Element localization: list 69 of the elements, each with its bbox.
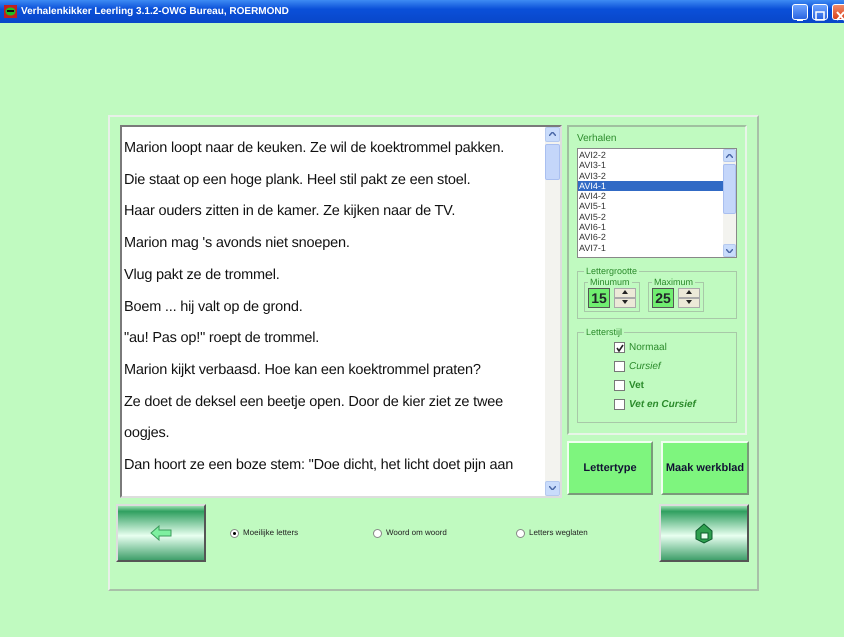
scrollbar[interactable] [723,149,736,257]
back-button[interactable] [116,504,206,562]
checkbox-label: Normaal [629,341,667,355]
checkbox[interactable] [614,380,625,391]
group-label: Lettergrootte [585,266,638,277]
minimize-button[interactable] [792,4,808,20]
spin-down-button[interactable] [614,298,636,308]
radio-button[interactable] [516,528,525,538]
radio-label: Moeilijke letters [243,527,298,539]
maximize-icon [813,9,827,24]
number-field[interactable]: 25 [652,288,674,308]
checkbox[interactable] [614,399,625,410]
list-item[interactable]: AVI3-2 [578,170,723,181]
radio-button[interactable] [230,528,239,538]
minimize-icon [797,18,803,21]
print-button[interactable] [659,504,749,562]
list-item[interactable]: AVI6-2 [578,232,723,243]
story-line: Marion loopt naar de keuken. Ze wil de koektrommel pakken. [124,139,506,158]
group-label: Verhalen [577,132,618,146]
story-line: Boem ... hij valt op de grond. [124,298,304,317]
checkbox-label: Vet [629,379,644,393]
story-line: Die staat op een hoge plank. Heel stil pakt ze een stoel. [124,170,472,190]
story-line: Ze doet de deksel een beetje open. Door de kier ziet ze twee [124,392,504,412]
up-arrow-icon [622,290,628,294]
spinner-label: Maximum [653,277,694,288]
spinner-label: Minumum [589,277,631,288]
list-item[interactable]: AVI7-1 [578,242,723,253]
story-line: Dan hoort ze een boze stem: "Doe dicht, het licht doet pijn aan [124,456,514,476]
story-line: Haar ouders zitten in de kamer. Ze kijken naar de TV. [124,202,456,222]
down-arrow-icon [622,300,628,304]
scrollbar-thumb[interactable] [723,164,736,214]
close-icon [834,9,844,24]
app-icon [4,5,17,18]
list-item[interactable]: AVI4-2 [578,191,723,202]
story-line: Marion mag 's avonds niet snoepen. [124,234,351,254]
worksheet-button[interactable]: Maak werkblad [661,441,749,495]
story-line: "au! Pas op!" roept de trommel. [124,329,320,348]
radio-button[interactable] [373,528,382,538]
down-arrow-icon [686,300,692,304]
list-item[interactable]: AVI5-1 [578,201,723,212]
group-label: Letterstijl [585,327,624,338]
checkbox-label: Cursief [629,360,661,374]
left-arrow-icon [150,525,172,541]
scrollbar[interactable] [545,127,560,496]
checkbox-label: Vet en Cursief [629,398,696,412]
story-list[interactable]: AVI2-2 AVI3-1 AVI3-2 AVI4-1 AVI4-2 AVI5-1 AVI5-2 AVI6-1 AVI6-2 AVI7-1 [577,148,737,258]
scrollbar-thumb[interactable] [545,144,560,180]
list-item[interactable]: AVI4-1 [578,180,723,192]
spin-up-button[interactable] [614,288,636,298]
checkbox[interactable] [614,361,625,372]
story-line: Vlug pakt ze de trommel. [124,266,281,285]
spin-down-button[interactable] [678,298,700,308]
spin-up-button[interactable] [678,288,700,298]
list-item[interactable]: AVI5-2 [578,212,723,222]
story-text-area[interactable] [120,125,562,498]
window-title: Verhalenkikker Leerling 3.1.2-OWG Bureau, ROERMOND [21,5,289,19]
list-item[interactable]: AVI3-1 [578,160,723,171]
up-arrow-icon [686,290,692,294]
radio-label: Letters weglaten [529,527,588,539]
close-button[interactable] [832,4,844,20]
number-field[interactable]: 15 [588,288,610,308]
radio-label: Woord om woord [386,527,447,539]
checkbox[interactable] [614,342,625,353]
list-item[interactable]: AVI6-1 [578,222,723,232]
lettertype-button[interactable]: Lettertype [567,441,653,495]
story-line: Marion kijkt verbaasd. Hoe kan een koektrommel praten? [124,360,482,380]
maximize-button[interactable] [812,4,828,20]
story-line: oogjes. [124,424,170,444]
list-item[interactable]: AVI2-2 [578,150,723,160]
